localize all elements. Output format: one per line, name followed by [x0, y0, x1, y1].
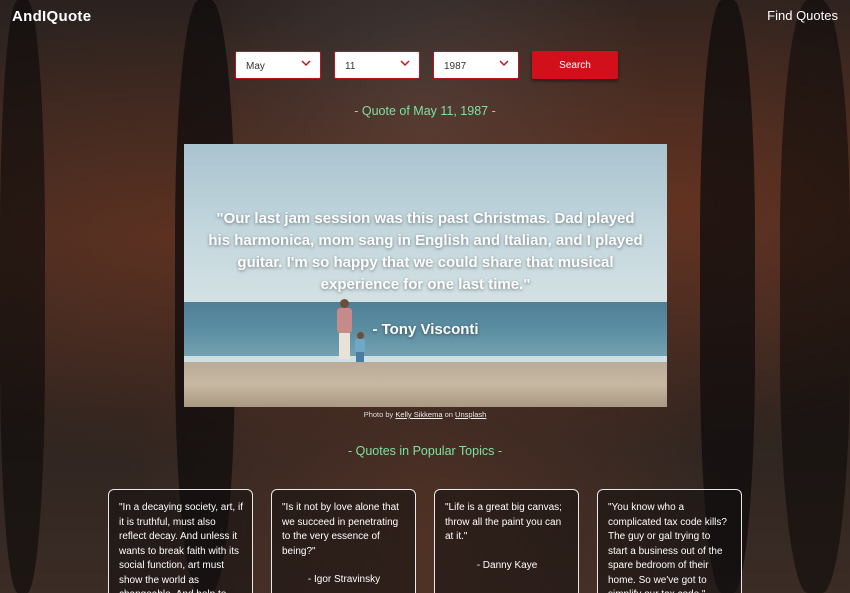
chevron-down-icon	[400, 60, 410, 67]
day-select[interactable]: 11	[334, 51, 420, 79]
popular-topics-heading: - Quotes in Popular Topics -	[347, 444, 502, 458]
quote-hero-image: "Our last jam session was this past Chri…	[184, 144, 667, 407]
brand-logo[interactable]: AndIQuote	[12, 8, 91, 25]
topic-quote-card[interactable]: "Is it not by love alone that we succeed…	[271, 489, 416, 593]
hero-sand	[184, 362, 667, 407]
background-tree	[780, 0, 850, 593]
topic-quote-author: - Danny Kaye	[476, 559, 538, 571]
month-select-value: May	[246, 61, 265, 72]
find-quotes-link[interactable]: Find Quotes	[767, 8, 838, 23]
topic-quote-text: "Life is a great big canvas; throw all t…	[445, 502, 562, 542]
year-select[interactable]: 1987	[433, 51, 519, 79]
photographer-link[interactable]: Kelly Sikkema	[395, 410, 442, 419]
featured-quote-text: "Our last jam session was this past Chri…	[208, 210, 643, 293]
year-select-value: 1987	[444, 61, 467, 72]
quote-of-day-heading: - Quote of May 11, 1987 -	[354, 104, 496, 118]
topic-quote-text: "You know who a complicated tax code kil…	[608, 502, 727, 593]
topic-quote-card[interactable]: "Life is a great big canvas; throw all t…	[434, 489, 579, 593]
topic-quote-card[interactable]: "You know who a complicated tax code kil…	[597, 489, 742, 593]
chevron-down-icon	[301, 60, 311, 67]
credit-prefix: Photo by	[363, 410, 394, 419]
date-search-form: May 11 1987 Search	[235, 51, 618, 79]
day-select-value: 11	[345, 61, 356, 72]
topic-quote-author: - Igor Stravinsky	[307, 574, 381, 585]
unsplash-link[interactable]: Unsplash	[455, 410, 486, 419]
topic-quote-text: "Is it not by love alone that we succeed…	[282, 502, 399, 557]
search-button[interactable]: Search	[532, 51, 618, 79]
photo-credit: Photo by Kelly Sikkema on Unsplash	[0, 410, 850, 419]
chevron-down-icon	[499, 60, 509, 67]
month-select[interactable]: May	[235, 51, 321, 79]
background-tree	[0, 0, 45, 593]
credit-mid: on	[444, 410, 453, 419]
topic-quote-card[interactable]: "In a decaying society, art, if it is tr…	[108, 489, 253, 593]
topic-quote-text: "In a decaying society, art, if it is tr…	[119, 502, 243, 593]
featured-quote-author: - Tony Visconti	[372, 321, 479, 338]
